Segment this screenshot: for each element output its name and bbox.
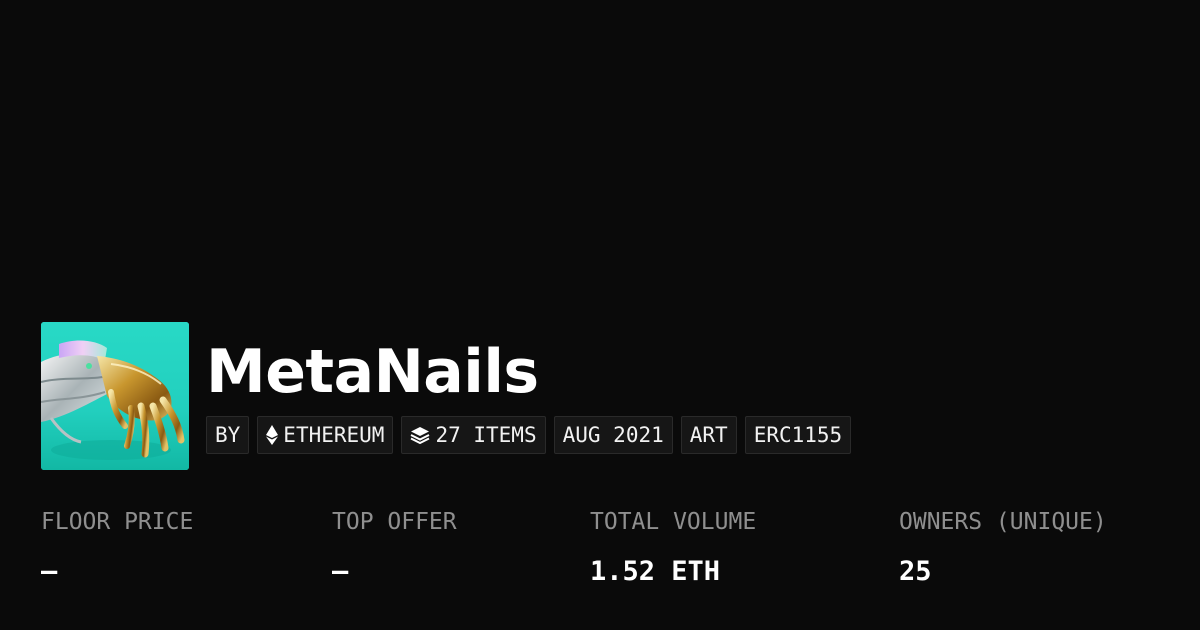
top-offer-label: TOP OFFER — [332, 509, 457, 535]
items-count-label: 27 ITEMS — [435, 423, 537, 447]
owners-label: OWNERS (UNIQUE) — [899, 509, 1107, 535]
token-standard-label: ERC1155 — [753, 423, 843, 447]
ethereum-icon — [266, 425, 279, 445]
chain-tag-label: ETHEREUM — [283, 423, 385, 447]
collection-preview-card: MetaNails BY ETHEREUM 27 ITEMS AUG 2021 … — [0, 0, 1200, 630]
token-standard-tag: ERC1155 — [744, 416, 852, 454]
chain-tag[interactable]: ETHEREUM — [257, 416, 394, 454]
collection-tags: BY ETHEREUM 27 ITEMS AUG 2021 ART ERC115… — [206, 416, 852, 454]
floor-price-value: – — [41, 556, 58, 587]
metallic-hand-artwork-icon — [41, 322, 189, 470]
category-label: ART — [689, 423, 728, 447]
created-date-label: AUG 2021 — [562, 423, 664, 447]
category-tag[interactable]: ART — [680, 416, 737, 454]
top-offer-stat: TOP OFFER – — [332, 505, 457, 589]
collection-avatar — [41, 322, 189, 470]
layers-icon — [411, 427, 430, 444]
creator-tag-label: BY — [215, 423, 241, 447]
owners-value: 25 — [899, 556, 932, 587]
items-count-tag[interactable]: 27 ITEMS — [401, 416, 546, 454]
creator-tag[interactable]: BY — [206, 416, 250, 454]
total-volume-value: 1.52 ETH — [590, 556, 721, 587]
owners-stat: OWNERS (UNIQUE) 25 — [899, 505, 1107, 589]
created-date-tag: AUG 2021 — [553, 416, 673, 454]
top-offer-value: – — [332, 556, 349, 587]
collection-title: MetaNails — [206, 337, 539, 407]
total-volume-label: TOTAL VOLUME — [590, 509, 757, 535]
floor-price-stat: FLOOR PRICE – — [41, 505, 193, 589]
total-volume-stat: TOTAL VOLUME 1.52 ETH — [590, 505, 756, 589]
floor-price-label: FLOOR PRICE — [41, 509, 194, 535]
